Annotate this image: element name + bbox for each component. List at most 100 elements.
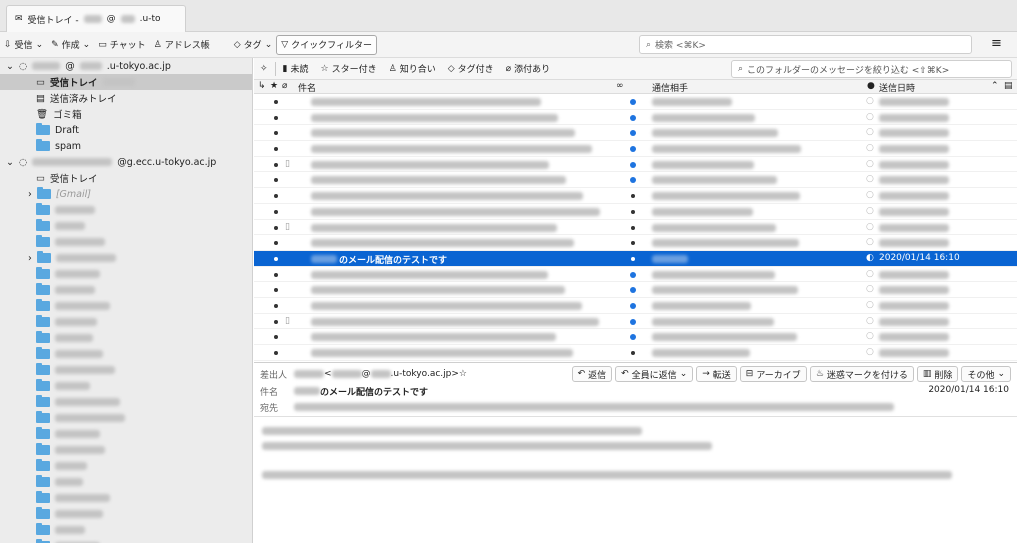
account-2[interactable]: ⌄ ◌ @g.ecc.u-tokyo.ac.jp: [0, 154, 252, 170]
folder-item[interactable]: [0, 330, 252, 346]
filter-contacts[interactable]: ♙ 知り合い: [383, 62, 442, 76]
message-row[interactable]: ○: [254, 110, 1017, 126]
reply-all-button[interactable]: ↶ 全員に返信 ⌄: [615, 366, 694, 382]
chat-button[interactable]: ▭ チャット: [94, 35, 149, 55]
folder-item[interactable]: [0, 298, 252, 314]
folder-item[interactable]: [0, 458, 252, 474]
message-row[interactable]: ▯ ○: [254, 314, 1017, 330]
message-row[interactable]: ○: [254, 329, 1017, 345]
junk-button[interactable]: ♨ 迷惑マークを付ける: [809, 366, 914, 382]
folder-item[interactable]: [0, 202, 252, 218]
message-list: ○ ○ ○ ○ ▯ ○ ○ ○ ○ ▯ ○ ○ のメール配信のテストです ◐ 2020/01/14 16:1…: [254, 94, 1017, 362]
folder-label: Draft: [55, 124, 79, 136]
folder-draft[interactable]: Draft: [0, 122, 252, 138]
address-book-button[interactable]: ♙ アドレス帳: [150, 35, 214, 55]
sort-up-icon[interactable]: ⌃: [991, 81, 999, 91]
folder-item[interactable]: [0, 410, 252, 426]
folder-item[interactable]: [0, 282, 252, 298]
app-menu-icon[interactable]: ≡: [991, 36, 1002, 51]
message-row[interactable]: ○: [254, 94, 1017, 110]
column-correspondent[interactable]: 通信相手: [652, 81, 688, 94]
redacted-text: [652, 333, 797, 342]
write-button[interactable]: ✎ 作成 ⌄: [47, 35, 94, 55]
folder-label: [Gmail]: [55, 188, 91, 200]
message-row[interactable]: ○: [254, 235, 1017, 251]
column-date[interactable]: 送信日時: [879, 81, 915, 94]
message-row[interactable]: ▯ ○: [254, 157, 1017, 173]
message-row[interactable]: ▯ ○: [254, 220, 1017, 236]
message-row[interactable]: ○: [254, 267, 1017, 283]
chevron-down-icon[interactable]: ⌄: [6, 157, 14, 168]
message-row[interactable]: ○: [254, 282, 1017, 298]
folder-item[interactable]: [0, 474, 252, 490]
message-row[interactable]: のメール配信のテストです ◐ 2020/01/14 16:10: [254, 250, 1017, 267]
filter-attachment[interactable]: ⌀ 添付あり: [500, 62, 556, 76]
filter-starred[interactable]: ☆ スター付き: [315, 62, 383, 76]
message-row[interactable]: ○: [254, 204, 1017, 220]
chevron-right-icon[interactable]: ›: [28, 189, 32, 200]
message-row[interactable]: ○: [254, 345, 1017, 361]
folder-item[interactable]: [0, 394, 252, 410]
message-row[interactable]: ○: [254, 125, 1017, 142]
folder-item[interactable]: [0, 426, 252, 442]
folder-item[interactable]: [0, 314, 252, 330]
archive-button[interactable]: ⊟ アーカイブ: [739, 366, 807, 382]
chevron-down-icon[interactable]: ⌄: [680, 369, 688, 379]
message-row[interactable]: ○: [254, 188, 1017, 204]
folder-item[interactable]: [0, 506, 252, 522]
column-subject[interactable]: 件名: [298, 81, 316, 94]
folder-trash[interactable]: 🗑 ゴミ箱: [0, 106, 252, 122]
folder-spam[interactable]: spam: [0, 138, 252, 154]
folder-item[interactable]: [0, 234, 252, 250]
tag-button[interactable]: ◇ タグ ⌄: [230, 35, 276, 55]
message-row[interactable]: ○: [254, 298, 1017, 314]
filter-tagged[interactable]: ◇ タグ付き: [442, 62, 500, 76]
folder-item[interactable]: [0, 522, 252, 538]
folder-item[interactable]: [0, 218, 252, 234]
folder-item[interactable]: [0, 266, 252, 282]
attachment-column-icon[interactable]: ⌀: [282, 81, 287, 91]
junk-icon: ○: [866, 143, 874, 154]
junk-column-icon[interactable]: ●: [867, 81, 875, 91]
quick-filter-button[interactable]: ▽ クイックフィルター: [276, 34, 377, 55]
redacted-text: [311, 239, 574, 248]
from-row: 差出人 < @ .u-tokyo.ac.jp> ☆: [254, 367, 467, 381]
folder-item[interactable]: [0, 490, 252, 506]
folder-gmail[interactable]: › [Gmail]: [0, 186, 252, 202]
message-row[interactable]: ○: [254, 172, 1017, 189]
chevron-right-icon[interactable]: ›: [28, 253, 32, 264]
folder-item[interactable]: [0, 362, 252, 378]
chevron-down-icon[interactable]: ⌄: [36, 40, 44, 50]
folder-inbox[interactable]: ▭ 受信トレイ: [0, 74, 252, 90]
folder-inbox-2[interactable]: ▭ 受信トレイ: [0, 170, 252, 186]
get-messages-button[interactable]: ⇩ 受信 ⌄: [0, 35, 47, 55]
column-picker-icon[interactable]: ▤: [1004, 81, 1013, 91]
delete-button[interactable]: ▥ 削除: [916, 366, 959, 382]
folder-item[interactable]: ›: [0, 250, 252, 266]
message-subject: のメール配信のテストです: [320, 387, 429, 398]
folder-item[interactable]: [0, 538, 252, 543]
folder-item[interactable]: [0, 378, 252, 394]
forward-button[interactable]: → 転送: [696, 366, 737, 382]
reply-button[interactable]: ↶ 返信: [571, 366, 613, 382]
other-button[interactable]: その他 ⌄: [961, 366, 1011, 382]
account-1[interactable]: ⌄ ◌ @ .u-tokyo.ac.jp: [0, 58, 252, 74]
global-search-input[interactable]: ⌕ 検索 <⌘K>: [639, 35, 972, 54]
folder-sent[interactable]: ▤ 送信済みトレイ: [0, 90, 252, 106]
from-address[interactable]: .u-tokyo.ac.jp>: [391, 369, 459, 379]
folder-filter-input[interactable]: ⌕ このフォルダーのメッセージを絞り込む <⇧⌘K>: [731, 60, 1012, 78]
star-column-icon[interactable]: ★: [270, 81, 278, 91]
inbox-tab[interactable]: ✉ 受信トレイ - @ .u-to: [6, 5, 186, 32]
folder-item[interactable]: [0, 442, 252, 458]
filter-label: スター付き: [331, 65, 377, 75]
read-dot: [631, 209, 635, 214]
message-row[interactable]: ○: [254, 141, 1017, 157]
filter-unread[interactable]: ▮ 未読: [277, 62, 315, 76]
pin-icon[interactable]: ✧: [254, 64, 274, 74]
star-icon[interactable]: ☆: [459, 369, 467, 379]
chevron-down-icon[interactable]: ⌄: [6, 61, 14, 72]
chevron-down-icon[interactable]: ⌄: [83, 40, 91, 50]
thread-column-icon[interactable]: ↳: [258, 81, 266, 91]
read-column-icon[interactable]: ∞: [616, 81, 624, 91]
folder-item[interactable]: [0, 346, 252, 362]
